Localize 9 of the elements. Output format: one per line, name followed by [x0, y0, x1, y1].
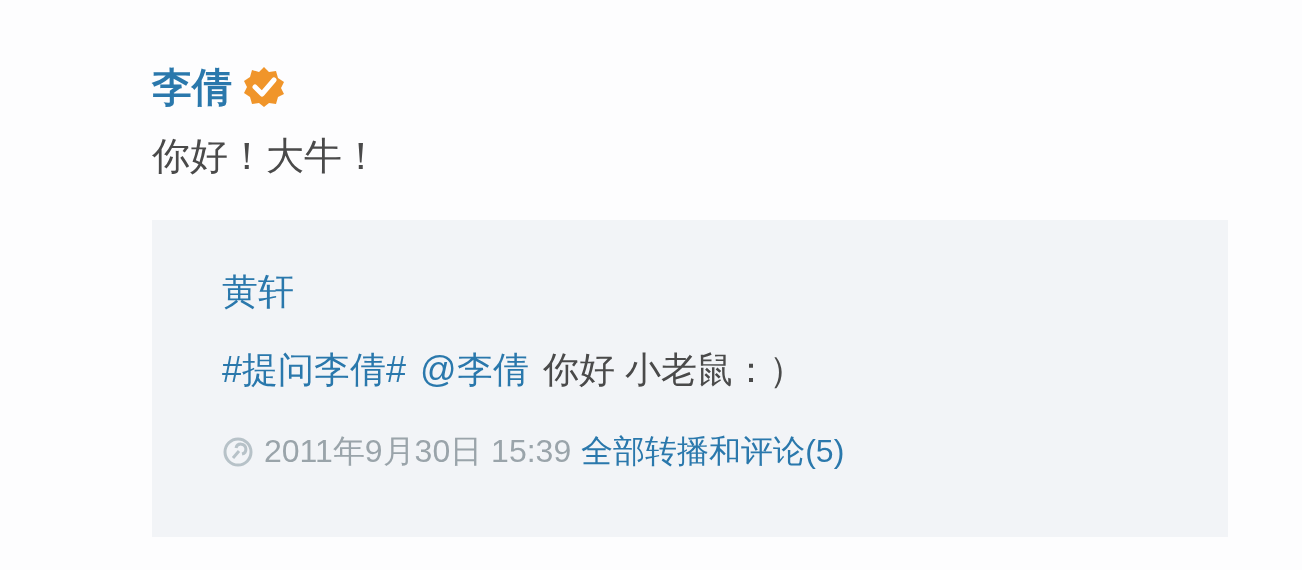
author-name[interactable]: 李倩: [152, 59, 232, 115]
repost-text: #提问李倩# @李倩 你好 小老鼠：）: [222, 348, 806, 392]
topic-link[interactable]: #提问李倩#: [222, 349, 407, 390]
source-icon: [222, 436, 254, 468]
repost-author-name[interactable]: 黄轩: [222, 270, 294, 314]
post-text: 你好！大牛！: [152, 134, 381, 179]
mention-link[interactable]: @李倩: [420, 349, 529, 390]
post-time: 2011年9月30日 15:39: [264, 432, 572, 471]
comments-link[interactable]: 全部转播和评论(5): [581, 430, 845, 474]
